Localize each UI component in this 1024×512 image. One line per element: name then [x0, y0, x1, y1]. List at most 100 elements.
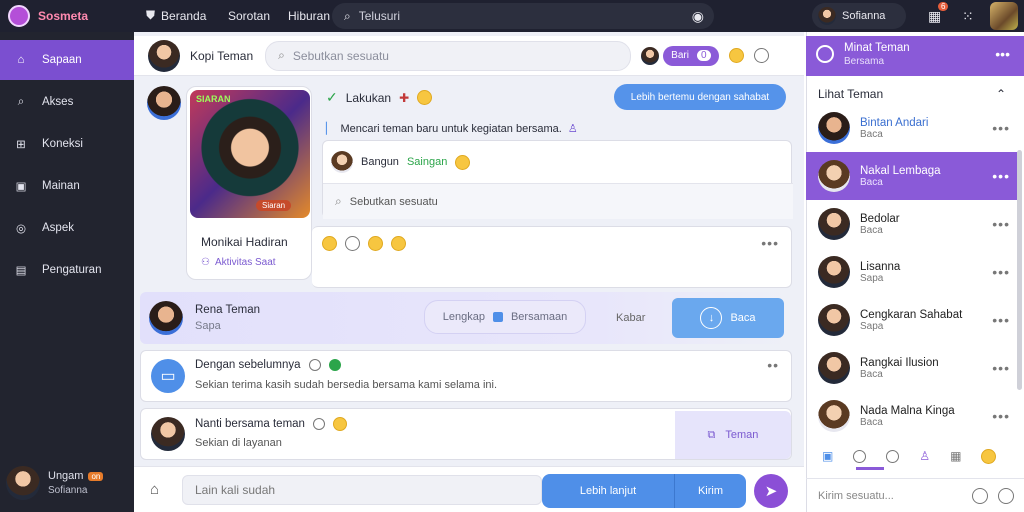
right-panel-title: Minat Teman: [844, 42, 910, 54]
emoji-icon[interactable]: [981, 448, 997, 464]
member-avatar[interactable]: [641, 46, 660, 65]
post-image-label: Siaran: [256, 200, 292, 211]
clock-icon[interactable]: [886, 449, 900, 463]
contact-btn-1[interactable]: Lengkap: [443, 311, 485, 323]
emoji-icon[interactable]: [391, 236, 406, 251]
message-card-2[interactable]: ▭ Dengan sebelumnya Sekian terima kasih …: [140, 350, 792, 402]
sidebar-item-access[interactable]: ⌕ Akses: [0, 82, 134, 122]
post-author-avatar[interactable]: [147, 86, 181, 120]
reaction-emojis: [322, 236, 406, 251]
tab-home[interactable]: ⛊ Beranda: [146, 8, 206, 23]
inner-search-input[interactable]: ⌕ Sebutkan sesuatu: [323, 183, 793, 219]
avatar: [6, 466, 40, 500]
more-options-button[interactable]: Lebih lanjut: [542, 485, 674, 497]
search-icon: ⌕: [344, 8, 351, 23]
line1-text: Lakukan: [345, 90, 392, 105]
emoji-icon[interactable]: [728, 48, 744, 63]
emoji-icon[interactable]: [345, 236, 360, 251]
members-pill[interactable]: Bari 0: [663, 45, 719, 66]
list-item[interactable]: Cengkaran Sahabat Sapa •••: [806, 296, 1018, 344]
contact-row[interactable]: Rena Teman Sapa Lengkap Bersamaan Kabar …: [140, 292, 792, 344]
search-icon: ⌕: [335, 194, 342, 208]
more-icon[interactable]: ••: [767, 357, 779, 373]
post-card[interactable]: SIARAN Siaran Monikai Hadiran ⚇ Aktivita…: [186, 86, 312, 280]
emoji-add-icon[interactable]: [998, 487, 1014, 504]
sticker-icon[interactable]: ▦: [950, 449, 961, 463]
right-footer-input[interactable]: Kirim sesuatu...: [818, 490, 894, 502]
avatar[interactable]: [331, 151, 353, 173]
more-icon[interactable]: •••: [992, 168, 1010, 184]
send-button[interactable]: ➤: [754, 474, 788, 508]
smile-icon[interactable]: [853, 449, 867, 463]
chat-title[interactable]: Kopi Teman: [190, 49, 253, 63]
friends-list: Bintan Andari Baca ••• Nakal Lembaga Baca …: [806, 104, 1018, 440]
more-icon[interactable]: •••: [992, 216, 1010, 232]
list-item[interactable]: Bintan Andari Baca •••: [806, 104, 1018, 152]
user-icon: ⚇: [201, 257, 210, 268]
list-item[interactable]: Bedolar Baca •••: [806, 200, 1018, 248]
list-item-selected[interactable]: Nakal Lembaga Baca •••: [806, 152, 1018, 200]
chat-avatar[interactable]: [148, 39, 180, 72]
friends-list-title: Lihat Teman: [818, 87, 884, 101]
notification-button[interactable]: ▦ 6: [928, 2, 949, 25]
attachment-icon[interactable]: ⌂: [150, 481, 159, 498]
image-icon[interactable]: ▣: [822, 449, 833, 463]
emoji-icon[interactable]: [368, 236, 383, 251]
sidebar-item-connections[interactable]: ⊞ Koneksi: [0, 124, 134, 164]
person-icon[interactable]: ♙: [919, 449, 930, 463]
sidebar-item-settings[interactable]: ▤ Pengaturan: [0, 250, 134, 290]
chat-search-placeholder: Sebutkan sesuatu: [292, 48, 389, 63]
user-menu[interactable]: Sofianna: [812, 3, 906, 29]
more-icon[interactable]: •••: [761, 235, 779, 251]
more-icon[interactable]: •••: [992, 408, 1010, 424]
apps-grid-icon[interactable]: ⁙: [962, 8, 974, 25]
contact-btn-2[interactable]: Bersamaan: [511, 311, 567, 323]
profile-thumbnail[interactable]: [990, 2, 1018, 30]
more-icon[interactable]: •••: [992, 264, 1010, 280]
sidebar-item-home[interactable]: ⌂ Sapaan: [0, 40, 134, 80]
search-submit-icon[interactable]: ◉: [692, 8, 704, 25]
message-card-3[interactable]: Nanti bersama teman Sekian di layanan ⧉ …: [140, 408, 792, 460]
sidebar-profile[interactable]: Ungam on Sofianna: [6, 466, 104, 500]
read-button[interactable]: ↓ Baca: [672, 298, 784, 338]
person-icon: ♙: [567, 123, 578, 135]
sidebar-item-aspects[interactable]: ◎ Aspek: [0, 208, 134, 248]
send-options[interactable]: Lebih lanjut Kirim: [542, 474, 746, 508]
list-item[interactable]: Nada Malna Kinga Baca •••: [806, 392, 1018, 440]
avatar: [818, 400, 850, 432]
contact-sub: Sapa: [195, 320, 221, 332]
more-icon[interactable]: •••: [992, 312, 1010, 328]
chevron-icon[interactable]: ⌃: [996, 87, 1006, 101]
list-item[interactable]: Lisanna Sapa •••: [806, 248, 1018, 296]
more-icon[interactable]: •••: [995, 46, 1010, 62]
emoji-icon[interactable]: [322, 236, 337, 251]
friend-sub: Sapa: [860, 272, 884, 284]
tab-home-label: Beranda: [161, 8, 207, 23]
smile-icon[interactable]: [972, 487, 988, 504]
right-scrollbar[interactable]: [1017, 150, 1022, 390]
friend-sub: Baca: [860, 224, 883, 236]
contact-btn-3[interactable]: Kabar: [616, 312, 645, 324]
emoji-add-icon[interactable]: [753, 48, 769, 63]
bell-icon: ▦: [928, 8, 942, 24]
top-search[interactable]: ⌕ Telusuri ◉: [332, 3, 714, 29]
more-icon[interactable]: •••: [992, 120, 1010, 136]
more-icon[interactable]: •••: [992, 360, 1010, 376]
friend-button[interactable]: ⧉ Teman: [675, 411, 791, 459]
meet-friends-button[interactable]: Lebih bertemu dengan sahabat: [614, 84, 786, 110]
send-label-button[interactable]: Kirim: [675, 485, 746, 497]
tab-highlights[interactable]: Sorotan: [228, 9, 270, 23]
tab-entertainment[interactable]: Hiburan: [288, 9, 330, 23]
friend-name: Cengkaran Sahabat: [860, 308, 963, 321]
list-item[interactable]: Rangkai Ilusion Baca •••: [806, 344, 1018, 392]
avatar: [818, 256, 850, 288]
message-input[interactable]: Lain kali sudah: [182, 475, 542, 505]
app-logo[interactable]: Sosmeta: [8, 5, 88, 27]
sidebar-item-label: Pengaturan: [42, 264, 102, 276]
contact-actions[interactable]: Lengkap Bersamaan: [424, 300, 586, 334]
post-image[interactable]: SIARAN Siaran: [190, 90, 310, 218]
friend-sub: Baca: [860, 128, 883, 140]
sidebar-item-games[interactable]: ▣ Mainan: [0, 166, 134, 206]
sidebar-item-label: Koneksi: [42, 138, 83, 150]
chat-search-input[interactable]: ⌕ Sebutkan sesuatu: [265, 40, 632, 71]
